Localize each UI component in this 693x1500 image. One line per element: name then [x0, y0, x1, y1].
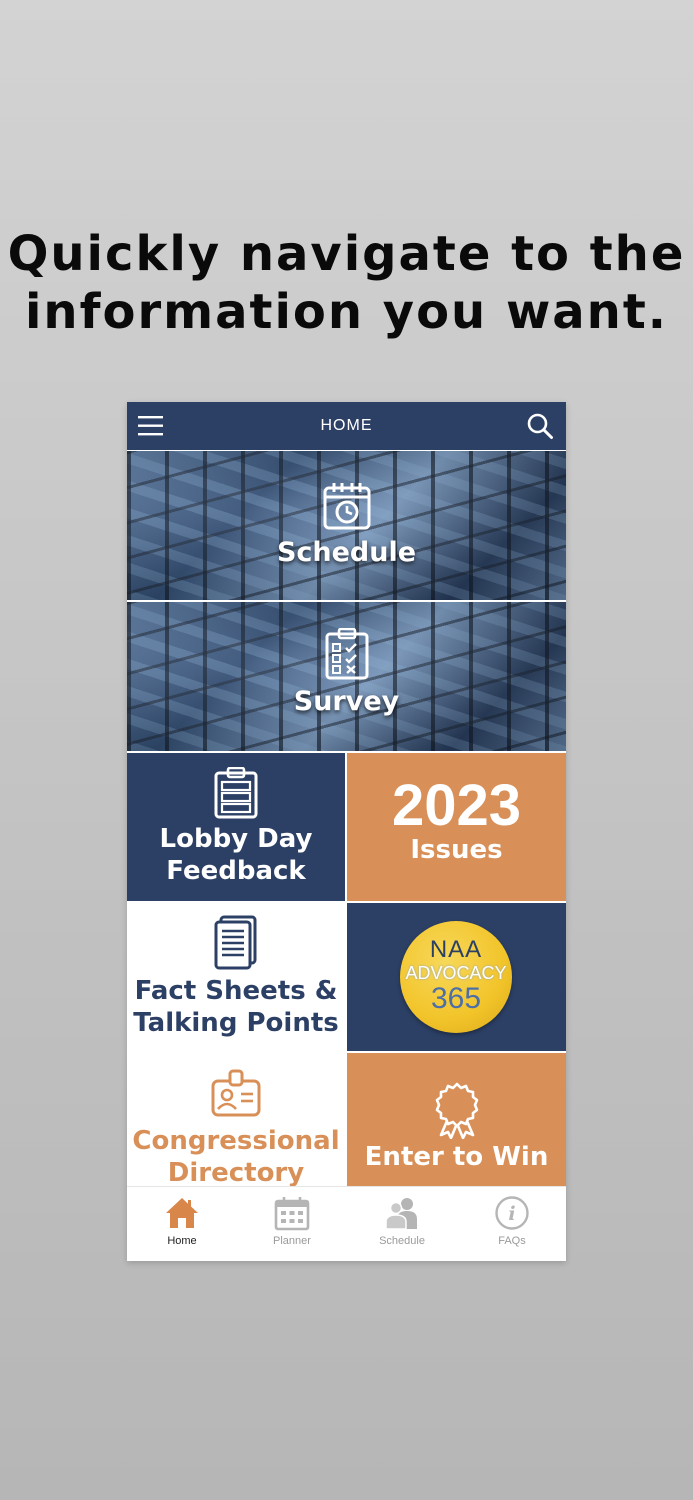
svg-text:i: i	[508, 1203, 515, 1225]
calendar-clock-icon	[322, 481, 372, 531]
headline: Quickly navigate to the information you …	[0, 225, 693, 341]
enter-to-win-label: Enter to Win	[364, 1142, 549, 1172]
enter-to-win-tile[interactable]: Enter to Win	[347, 1053, 566, 1186]
people-icon	[384, 1195, 420, 1231]
lobby-day-feedback-tile[interactable]: Lobby Day Feedback	[127, 753, 345, 901]
naa-logo-text: NAA	[429, 936, 483, 963]
fact-line-2: Talking Points	[133, 1008, 339, 1038]
fact-sheets-label: Fact Sheets & Talking Points	[127, 975, 345, 1039]
congress-line-2: Directory	[167, 1158, 305, 1186]
lobby-day-feedback-label: Lobby Day Feedback	[127, 823, 345, 887]
tab-schedule-label: Schedule	[379, 1235, 425, 1247]
top-navigation-bar: HOME	[127, 402, 566, 450]
congress-line-1: Congressional	[132, 1126, 340, 1156]
lobby-line-1: Lobby Day	[159, 824, 313, 854]
phone-screen: HOME Schedule Survey Lobby Day Feedback …	[127, 402, 566, 1261]
schedule-label: Schedule	[276, 537, 417, 568]
award-ribbon-icon	[433, 1081, 481, 1140]
search-icon[interactable]	[526, 412, 554, 440]
tab-home[interactable]: Home	[127, 1187, 237, 1261]
tab-planner[interactable]: Planner	[237, 1187, 347, 1261]
home-icon	[164, 1195, 200, 1231]
congressional-directory-label: Congressional Directory	[127, 1125, 345, 1186]
advocacy-365-logo: NAA ADVOCACY 365	[400, 921, 512, 1033]
logo-365-text: 365	[430, 982, 482, 1015]
congressional-directory-tile[interactable]: Congressional Directory	[127, 1053, 345, 1186]
schedule-tile[interactable]: Schedule	[127, 451, 566, 600]
info-icon: i	[494, 1195, 530, 1231]
lobby-line-2: Feedback	[166, 856, 306, 886]
fact-sheets-tile[interactable]: Fact Sheets & Talking Points	[127, 903, 345, 1051]
headline-line-1: Quickly navigate to the	[7, 226, 686, 282]
id-badge-icon	[210, 1067, 262, 1119]
tab-home-label: Home	[167, 1235, 197, 1247]
tab-faqs[interactable]: i FAQs	[457, 1187, 566, 1261]
tab-planner-label: Planner	[273, 1235, 311, 1247]
survey-label: Survey	[293, 686, 400, 717]
fact-line-1: Fact Sheets &	[134, 976, 338, 1006]
document-pages-icon	[213, 915, 259, 971]
issues-label: Issues	[410, 835, 503, 865]
headline-line-2: information you want.	[24, 284, 669, 340]
checklist-clipboard-icon	[324, 627, 370, 680]
clipboard-icon	[213, 766, 259, 819]
advocacy-logo-text: ADVOCACY	[405, 963, 507, 983]
tab-schedule[interactable]: Schedule	[347, 1187, 457, 1261]
survey-tile[interactable]: Survey	[127, 602, 566, 751]
issues-2023-tile[interactable]: 2023 Issues	[347, 753, 566, 901]
tab-faqs-label: FAQs	[498, 1235, 526, 1247]
issues-year: 2023	[391, 773, 522, 838]
bottom-tab-bar: Home Planner Schedule i FAQs	[127, 1186, 566, 1261]
calendar-grid-icon	[274, 1195, 310, 1231]
page-title: HOME	[320, 417, 373, 434]
naa-advocacy-tile[interactable]: NAA ADVOCACY 365	[347, 903, 566, 1051]
